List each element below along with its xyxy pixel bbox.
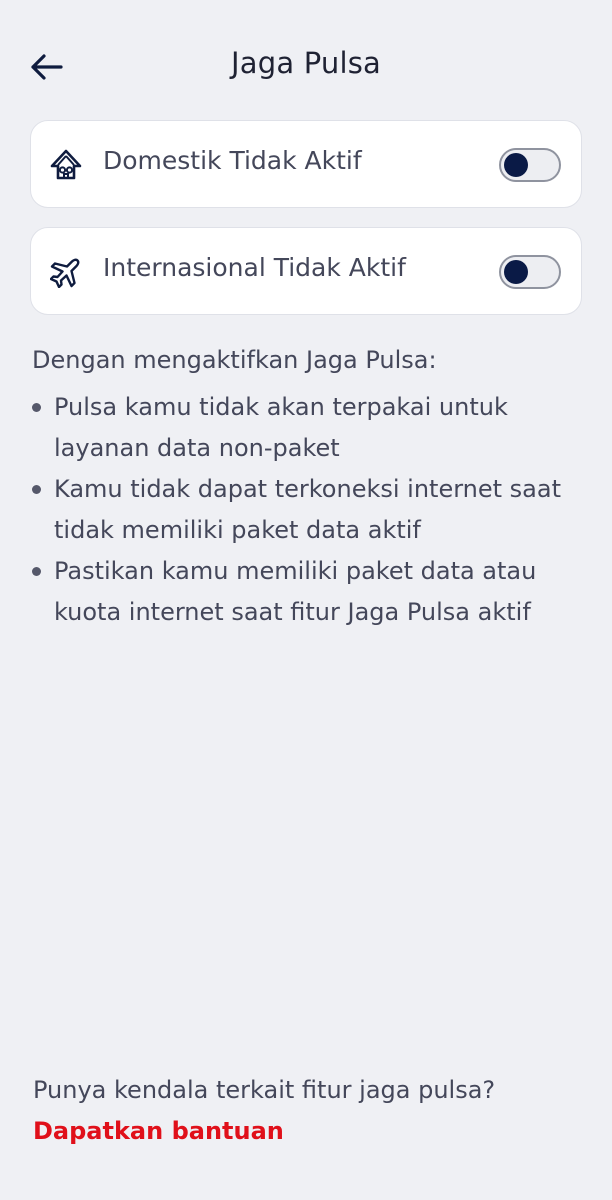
toggle-knob: [504, 260, 528, 284]
list-item-text: Pulsa kamu tidak akan terpakai untuk lay…: [54, 393, 508, 462]
info-list: Pulsa kamu tidak akan terpakai untuk lay…: [32, 387, 582, 633]
toggle-knob: [504, 153, 528, 177]
list-item: Pulsa kamu tidak akan terpakai untuk lay…: [32, 387, 582, 469]
gapura-icon: [49, 148, 83, 182]
info-section: Dengan mengaktifkan Jaga Pulsa: Pulsa ka…: [32, 343, 582, 633]
list-item: Kamu tidak dapat terkoneksi internet saa…: [32, 469, 582, 551]
list-item-text: Pastikan kamu memiliki paket data atau k…: [54, 557, 537, 626]
list-item: Pastikan kamu memiliki paket data atau k…: [32, 551, 582, 633]
bullet-icon: [32, 403, 41, 412]
international-status-label: Internasional Tidak Aktif: [103, 253, 406, 282]
international-card: Internasional Tidak Aktif: [30, 227, 582, 315]
domestic-status-label: Domestik Tidak Aktif: [103, 146, 362, 175]
get-help-link[interactable]: Dapatkan bantuan: [33, 1117, 284, 1145]
bullet-icon: [32, 567, 41, 576]
info-intro: Dengan mengaktifkan Jaga Pulsa:: [32, 346, 437, 374]
international-toggle[interactable]: [499, 255, 561, 289]
header-bar: Jaga Pulsa: [0, 0, 612, 134]
page-title: Jaga Pulsa: [230, 46, 382, 80]
airplane-icon: [49, 255, 83, 289]
domestic-card: Domestik Tidak Aktif: [30, 120, 582, 208]
list-item-text: Kamu tidak dapat terkoneksi internet saa…: [54, 475, 561, 544]
bullet-icon: [32, 485, 41, 494]
domestic-toggle[interactable]: [499, 148, 561, 182]
help-question: Punya kendala terkait fitur jaga pulsa?: [33, 1076, 496, 1104]
